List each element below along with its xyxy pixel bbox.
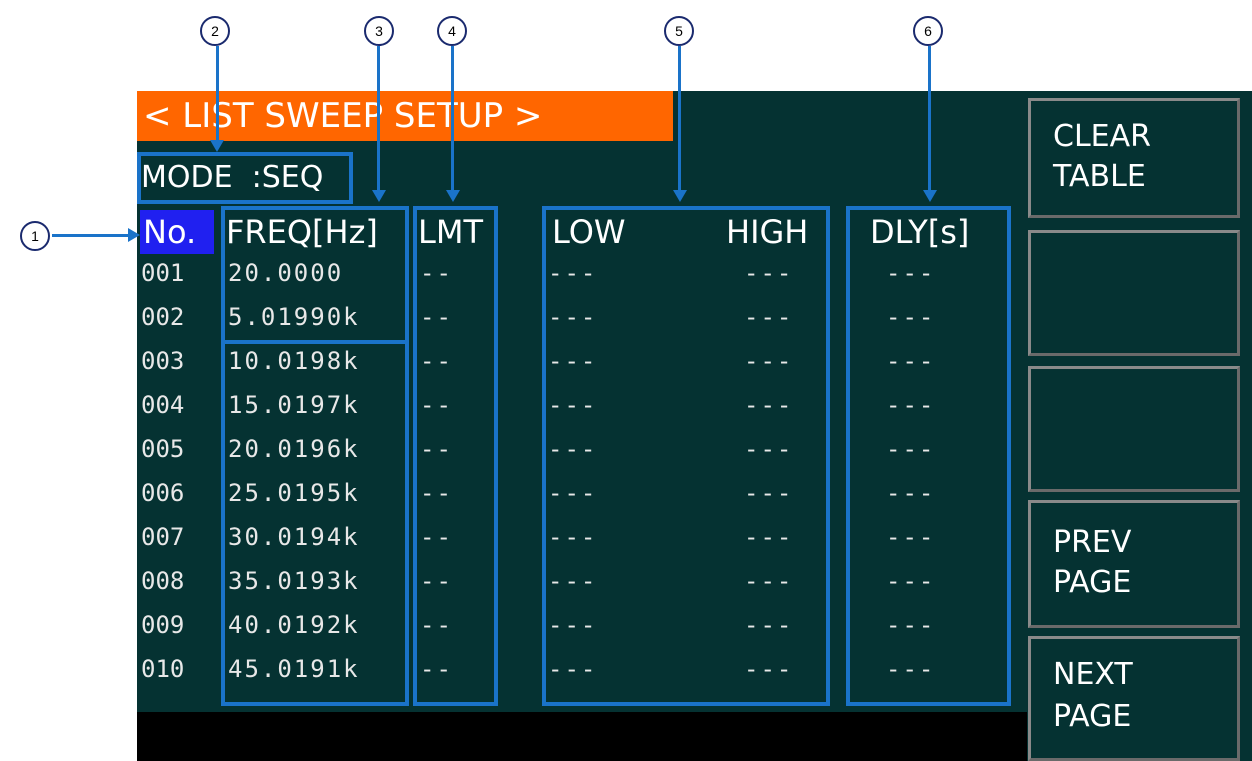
freq-cell[interactable]: 10.0198k <box>228 346 360 376</box>
freq-cell[interactable]: 15.0197k <box>228 390 360 420</box>
next-page-button[interactable]: NEXT PAGE <box>1028 636 1240 761</box>
mode-annotation-box <box>137 152 353 204</box>
dly-cell[interactable]: --- <box>886 654 935 684</box>
row-number[interactable]: 006 <box>141 478 184 508</box>
freq-cell[interactable]: 35.0193k <box>228 566 360 596</box>
annotation-line-5 <box>678 46 681 192</box>
low-cell[interactable]: --- <box>548 434 597 464</box>
freq-cell[interactable]: 25.0195k <box>228 478 360 508</box>
freq-cell[interactable]: 20.0196k <box>228 434 360 464</box>
dly-cell[interactable]: --- <box>886 434 935 464</box>
lmt-cell[interactable]: -- <box>420 478 453 508</box>
high-cell[interactable]: --- <box>744 522 793 552</box>
freq-cell[interactable]: 30.0194k <box>228 522 360 552</box>
dly-cell[interactable]: --- <box>886 258 935 288</box>
annotation-line-6 <box>928 46 931 192</box>
low-cell[interactable]: --- <box>548 346 597 376</box>
low-cell[interactable]: --- <box>548 258 597 288</box>
dly-cell[interactable]: --- <box>886 302 935 332</box>
dly-cell[interactable]: --- <box>886 566 935 596</box>
high-cell[interactable]: --- <box>744 390 793 420</box>
arrow-down-icon <box>210 140 224 152</box>
low-cell[interactable]: --- <box>548 566 597 596</box>
annotation-line-3 <box>377 46 380 192</box>
lmt-cell[interactable]: -- <box>420 258 453 288</box>
row-number[interactable]: 002 <box>141 302 184 332</box>
dly-cell[interactable]: --- <box>886 346 935 376</box>
low-cell[interactable]: --- <box>548 478 597 508</box>
lmt-cell[interactable]: -- <box>420 434 453 464</box>
row-number[interactable]: 010 <box>141 654 184 684</box>
high-cell[interactable]: --- <box>744 566 793 596</box>
dly-cell[interactable]: --- <box>886 610 935 640</box>
arrow-down-icon <box>372 190 386 202</box>
freq-cell[interactable]: 40.0192k <box>228 610 360 640</box>
dly-cell[interactable]: --- <box>886 522 935 552</box>
arrow-down-icon <box>446 190 460 202</box>
annotation-marker-2: 2 <box>200 16 230 46</box>
annotation-line-4 <box>451 46 454 192</box>
high-cell[interactable]: --- <box>744 654 793 684</box>
high-cell[interactable]: --- <box>744 434 793 464</box>
status-bar <box>137 712 1027 761</box>
high-cell[interactable]: --- <box>744 302 793 332</box>
high-cell[interactable]: --- <box>744 478 793 508</box>
high-cell[interactable]: --- <box>744 346 793 376</box>
lmt-cell[interactable]: -- <box>420 390 453 420</box>
low-cell[interactable]: --- <box>548 654 597 684</box>
lmt-cell[interactable]: -- <box>420 302 453 332</box>
prev-page-button[interactable]: PREV PAGE <box>1028 500 1240 628</box>
row-number[interactable]: 009 <box>141 610 184 640</box>
dly-cell[interactable]: --- <box>886 390 935 420</box>
annotation-marker-4: 4 <box>437 16 467 46</box>
annotation-marker-3: 3 <box>364 16 394 46</box>
annotation-line-2 <box>216 46 219 146</box>
row-number[interactable]: 008 <box>141 566 184 596</box>
high-cell[interactable]: --- <box>744 258 793 288</box>
lmt-cell[interactable]: -- <box>420 654 453 684</box>
softkey-3[interactable] <box>1028 366 1240 492</box>
softkey-2[interactable] <box>1028 230 1240 356</box>
low-cell[interactable]: --- <box>548 522 597 552</box>
high-cell[interactable]: --- <box>744 610 793 640</box>
annotation-line-1 <box>52 234 132 237</box>
row-number[interactable]: 001 <box>141 258 184 288</box>
dly-cell[interactable]: --- <box>886 478 935 508</box>
lmt-cell[interactable]: -- <box>420 346 453 376</box>
annotation-marker-1: 1 <box>20 221 50 251</box>
low-cell[interactable]: --- <box>548 302 597 332</box>
lmt-cell[interactable]: -- <box>420 610 453 640</box>
lmt-cell[interactable]: -- <box>420 566 453 596</box>
freq-cell[interactable]: 20.0000 <box>228 258 343 288</box>
annotation-marker-5: 5 <box>664 16 694 46</box>
freq-cell[interactable]: 5.01990k <box>228 302 360 332</box>
freq-cell[interactable]: 45.0191k <box>228 654 360 684</box>
annotation-marker-6: 6 <box>913 16 943 46</box>
arrow-down-icon <box>923 190 937 202</box>
low-cell[interactable]: --- <box>548 610 597 640</box>
clear-table-button[interactable]: CLEAR TABLE <box>1028 98 1240 218</box>
row-number[interactable]: 004 <box>141 390 184 420</box>
column-header-no[interactable]: No. <box>140 210 214 254</box>
arrow-down-icon <box>673 190 687 202</box>
low-cell[interactable]: --- <box>548 390 597 420</box>
row-number[interactable]: 003 <box>141 346 184 376</box>
row-number[interactable]: 007 <box>141 522 184 552</box>
arrow-right-icon <box>128 228 140 242</box>
lmt-cell[interactable]: -- <box>420 522 453 552</box>
row-number[interactable]: 005 <box>141 434 184 464</box>
